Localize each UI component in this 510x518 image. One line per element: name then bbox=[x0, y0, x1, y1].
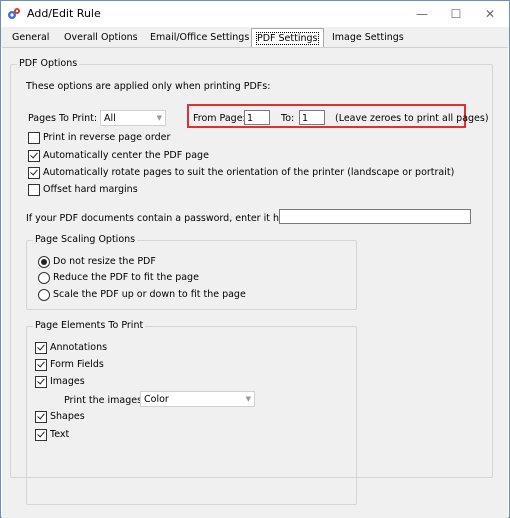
radio-label[interactable]: Do not resize the PDF bbox=[53, 256, 156, 267]
annotations-label[interactable]: Annotations bbox=[50, 342, 107, 353]
reverse-order-label[interactable]: Print in reverse page order bbox=[43, 132, 170, 143]
shapes-label[interactable]: Shapes bbox=[50, 411, 85, 422]
images-checkbox[interactable] bbox=[35, 376, 47, 388]
form-fields-checkbox[interactable] bbox=[35, 359, 47, 371]
radio-label[interactable]: Scale the PDF up or down to fit the page bbox=[53, 289, 246, 300]
tab-label: PDF Settings bbox=[256, 32, 319, 45]
tab-label: Image Settings bbox=[332, 32, 404, 43]
intro-text: These options are applied only when prin… bbox=[26, 81, 271, 92]
gear-icon bbox=[8, 8, 20, 19]
chevron-down-icon: ▼ bbox=[156, 114, 162, 122]
images-label[interactable]: Images bbox=[50, 376, 85, 387]
text-checkbox[interactable] bbox=[35, 429, 47, 441]
from-page-input[interactable]: 1 bbox=[244, 110, 270, 125]
password-input[interactable] bbox=[279, 209, 471, 224]
window-title: Add/Edit Rule bbox=[27, 7, 101, 20]
form-fields-label[interactable]: Form Fields bbox=[50, 359, 104, 370]
from-page-label: From Page: bbox=[193, 113, 246, 124]
title-bar: Add/Edit Rule — ☐ ✕ bbox=[1, 1, 509, 27]
tab-label: Overall Options bbox=[64, 32, 138, 43]
text-label[interactable]: Text bbox=[50, 429, 69, 440]
tab-bar: General Overall Options Email/Office Set… bbox=[1, 27, 509, 48]
pdf-settings-panel: PDF Options These options are applied on… bbox=[2, 47, 508, 518]
auto-rotate-checkbox[interactable] bbox=[28, 167, 40, 179]
auto-center-label[interactable]: Automatically center the PDF page bbox=[43, 150, 209, 161]
select-value: All bbox=[104, 113, 116, 124]
tab-label: General bbox=[12, 32, 50, 43]
tab-email-office-settings[interactable]: Email/Office Settings bbox=[145, 30, 254, 46]
radio-reduce-to-fit[interactable] bbox=[38, 272, 50, 284]
offset-margins-checkbox[interactable] bbox=[28, 184, 40, 196]
pages-to-print-select[interactable]: All ▼ bbox=[100, 110, 166, 126]
radio-do-not-resize[interactable] bbox=[38, 256, 50, 268]
group-title: Page Elements To Print bbox=[33, 320, 146, 331]
offset-margins-label[interactable]: Offset hard margins bbox=[43, 184, 138, 195]
tab-general[interactable]: General bbox=[7, 30, 54, 46]
tab-overall-options[interactable]: Overall Options bbox=[59, 30, 143, 46]
shapes-checkbox[interactable] bbox=[35, 411, 47, 423]
add-edit-rule-window: Add/Edit Rule — ☐ ✕ General Overall Opti… bbox=[0, 0, 510, 518]
to-label: To: bbox=[281, 113, 295, 124]
radio-scale-to-fit[interactable] bbox=[38, 289, 50, 301]
auto-center-checkbox[interactable] bbox=[28, 150, 40, 162]
pages-to-print-label: Pages To Print: bbox=[28, 113, 98, 124]
maximize-button[interactable]: ☐ bbox=[439, 1, 473, 27]
tab-pdf-settings[interactable]: PDF Settings bbox=[251, 28, 324, 48]
tab-label: Email/Office Settings bbox=[150, 32, 250, 43]
zeros-hint: (Leave zeroes to print all pages) bbox=[335, 113, 489, 124]
tab-image-settings[interactable]: Image Settings bbox=[327, 30, 409, 46]
reverse-order-checkbox[interactable] bbox=[28, 132, 40, 144]
to-page-input[interactable]: 1 bbox=[299, 110, 325, 125]
select-value: Color bbox=[144, 394, 169, 405]
image-color-select[interactable]: Color ▼ bbox=[140, 391, 255, 407]
annotations-checkbox[interactable] bbox=[35, 342, 47, 354]
group-title: PDF Options bbox=[17, 58, 80, 69]
group-title: Page Scaling Options bbox=[33, 234, 138, 245]
password-label: If your PDF documents contain a password… bbox=[26, 213, 298, 224]
auto-rotate-label[interactable]: Automatically rotate pages to suit the o… bbox=[43, 167, 454, 178]
minimize-button[interactable]: — bbox=[405, 1, 439, 27]
chevron-down-icon: ▼ bbox=[245, 395, 251, 403]
close-button[interactable]: ✕ bbox=[473, 1, 507, 27]
radio-label[interactable]: Reduce the PDF to fit the page bbox=[53, 272, 199, 283]
